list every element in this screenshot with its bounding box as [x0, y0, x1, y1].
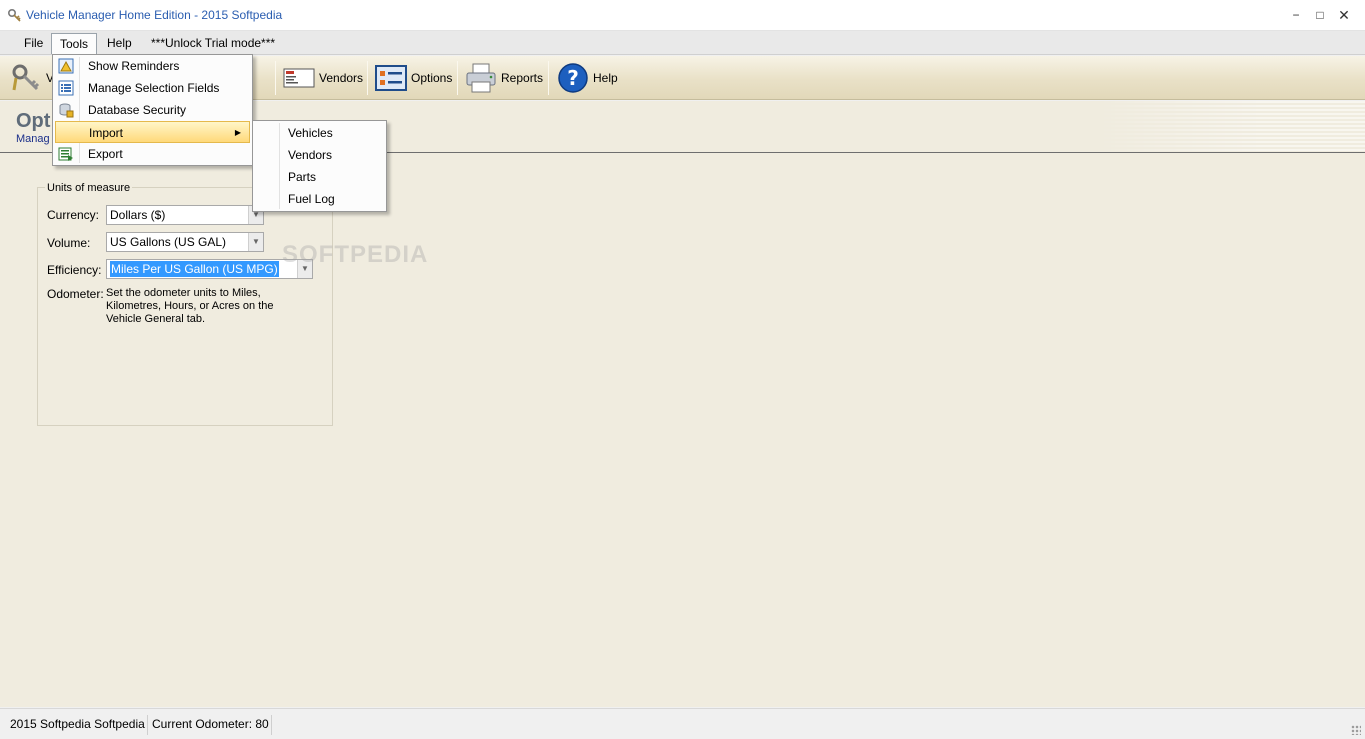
toolbar-separator: [275, 61, 276, 95]
page-title: Opt: [16, 110, 51, 132]
toolbar-reports-label: Reports: [501, 71, 544, 85]
submenu-item-label: Vehicles: [288, 126, 333, 140]
title-bar: Vehicle Manager Home Edition - 2015 Soft…: [0, 0, 1365, 31]
vendors-icon: [283, 62, 315, 94]
toolbar-options-button[interactable]: Options: [375, 60, 452, 96]
toolbar-vendors-label: Vendors: [319, 71, 364, 85]
page-subtitle: Manag: [16, 133, 50, 145]
app-keys-icon: [7, 8, 22, 23]
menu-item-label: Export: [88, 147, 123, 161]
submenu-item-vendors[interactable]: Vendors: [255, 144, 384, 166]
currency-select[interactable]: Dollars ($) ▼: [106, 205, 264, 225]
submenu-item-label: Parts: [288, 170, 317, 184]
options-icon: [375, 62, 407, 94]
odometer-label: Odometer:: [47, 287, 104, 301]
currency-label: Currency:: [47, 208, 100, 222]
chevron-down-icon[interactable]: ▼: [248, 233, 263, 251]
toolbar-vendors-button[interactable]: Vendors: [283, 60, 363, 96]
toolbar-options-label: Options: [411, 71, 453, 85]
menu-item-label: Import: [89, 126, 124, 140]
content-area: Opt Manag Units of measure Currency: Dol…: [0, 101, 1365, 707]
menu-unlock-trial[interactable]: ***Unlock Trial mode***: [143, 33, 283, 54]
menu-item-export[interactable]: Export: [55, 143, 250, 165]
security-icon: [58, 102, 74, 118]
currency-value: Dollars ($): [110, 208, 166, 222]
volume-label: Volume:: [47, 236, 91, 250]
menu-item-label: Database Security: [88, 103, 187, 117]
menu-file[interactable]: File: [16, 33, 51, 54]
toolbar-reports-button[interactable]: Reports: [465, 60, 543, 96]
softpedia-watermark: SOFTPEDIA: [282, 241, 429, 268]
toolbar-vehicles-button[interactable]: V: [10, 60, 54, 96]
submenu-item-vehicles[interactable]: Vehicles: [255, 122, 384, 144]
menu-tools[interactable]: Tools: [51, 33, 98, 54]
reminders-icon: [58, 58, 74, 74]
efficiency-label: Efficiency:: [47, 263, 102, 277]
units-group-legend: Units of measure: [45, 182, 133, 194]
menu-item-show-reminders[interactable]: Show Reminders: [55, 55, 250, 77]
menu-item-import[interactable]: Import ▶: [55, 121, 250, 143]
submenu-item-parts[interactable]: Parts: [255, 166, 384, 188]
resize-grip-icon[interactable]: [1351, 725, 1361, 735]
header-decoration: [1095, 101, 1365, 151]
toolbar-help-label: Help: [593, 71, 618, 85]
printer-icon: [465, 62, 497, 94]
toolbar-separator: [367, 61, 368, 95]
menu-item-label: Manage Selection Fields: [88, 81, 220, 95]
toolbar-separator: [457, 61, 458, 95]
submenu-item-label: Vendors: [288, 148, 333, 162]
submenu-arrow-icon: ▶: [234, 128, 241, 137]
submenu-item-label: Fuel Log: [288, 192, 335, 206]
menu-item-label: Show Reminders: [88, 59, 180, 73]
volume-select[interactable]: US Gallons (US GAL) ▼: [106, 232, 264, 252]
menu-item-manage-selection-fields[interactable]: Manage Selection Fields: [55, 77, 250, 99]
menu-item-database-security[interactable]: Database Security: [55, 99, 250, 121]
help-icon: ?: [557, 62, 589, 94]
menu-help[interactable]: Help: [99, 33, 140, 54]
volume-value: US Gallons (US GAL): [110, 235, 227, 249]
toolbar-help-button[interactable]: ? Help: [557, 60, 618, 96]
odometer-note: Set the odometer units to Miles, Kilomet…: [106, 287, 274, 325]
status-current-odometer: Current Odometer: 80: [148, 715, 272, 735]
submenu-item-fuel-log[interactable]: Fuel Log: [255, 188, 384, 210]
status-company: 2015 Softpedia Softpedia: [6, 715, 148, 735]
list-icon: [58, 80, 74, 96]
window-title: Vehicle Manager Home Edition - 2015 Soft…: [26, 8, 283, 22]
import-submenu: Vehicles Vendors Parts Fuel Log: [252, 120, 387, 212]
menu-bar: File Tools Help ***Unlock Trial mode***: [0, 31, 1365, 55]
toolbar-separator: [548, 61, 549, 95]
close-button[interactable]: ✕: [1330, 4, 1358, 26]
tools-dropdown-menu: Show Reminders Manage Selection Fields D…: [52, 54, 253, 166]
svg-text:?: ?: [567, 66, 579, 90]
export-icon: [58, 146, 74, 162]
status-bar: 2015 Softpedia Softpedia Current Odomete…: [0, 708, 1365, 739]
keys-icon: [10, 62, 42, 94]
efficiency-value: Miles Per US Gallon (US MPG): [110, 261, 279, 277]
